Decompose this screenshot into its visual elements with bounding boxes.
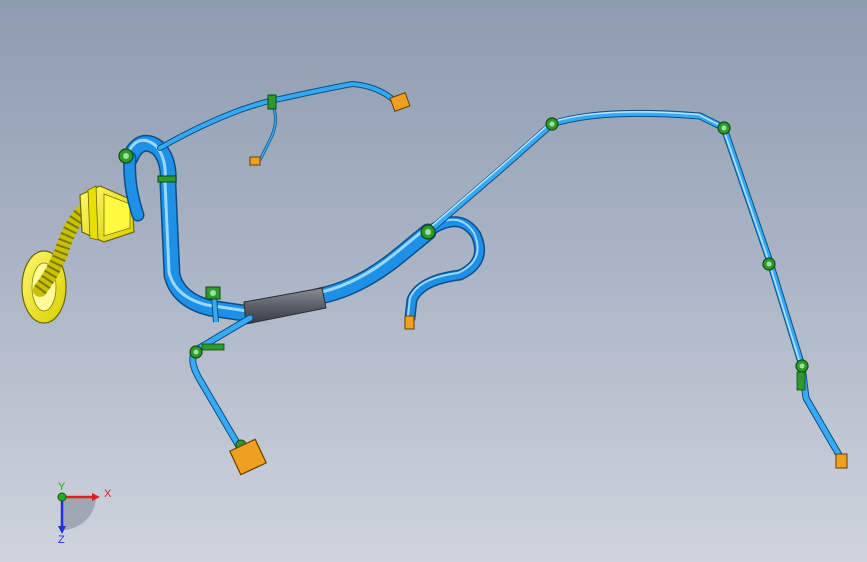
connector-flange	[87, 185, 99, 241]
right-branch[interactable]	[424, 109, 846, 464]
x-arrowhead-icon	[92, 493, 100, 501]
z-axis-label: Z	[58, 534, 65, 546]
clip-right-3[interactable]	[762, 257, 776, 271]
clip-right-2[interactable]	[717, 121, 731, 135]
clip-left-top[interactable]	[118, 148, 134, 164]
x-axis-label: X	[104, 488, 112, 500]
terminal-group	[229, 92, 848, 476]
clip-junction[interactable]	[420, 224, 436, 240]
model-viewport[interactable]: X Y Z	[0, 0, 867, 562]
clip-upper-branch[interactable]	[267, 94, 277, 110]
clip-trunk-lower[interactable]	[205, 286, 221, 300]
grommet-assembly[interactable]	[21, 185, 135, 324]
clip-trunk-upper[interactable]	[157, 175, 177, 183]
upper-branch[interactable]	[157, 80, 401, 161]
y-axis-label: Y	[58, 481, 66, 493]
terminal-right-end[interactable]	[835, 453, 848, 469]
terminal-hook-end[interactable]	[404, 315, 415, 330]
axis-triad: X Y Z	[57, 481, 112, 546]
z-arrowhead-icon	[58, 526, 66, 534]
terminal-upper-small[interactable]	[249, 156, 261, 166]
clip-lower-branch[interactable]	[189, 343, 225, 359]
y-axis-dot	[57, 492, 67, 502]
triad-plane	[62, 497, 96, 530]
protective-sleeve[interactable]	[243, 287, 327, 325]
terminal-upper-right[interactable]	[389, 92, 411, 112]
clip-right-1[interactable]	[545, 117, 559, 131]
harness-model[interactable]: X Y Z	[0, 0, 867, 562]
